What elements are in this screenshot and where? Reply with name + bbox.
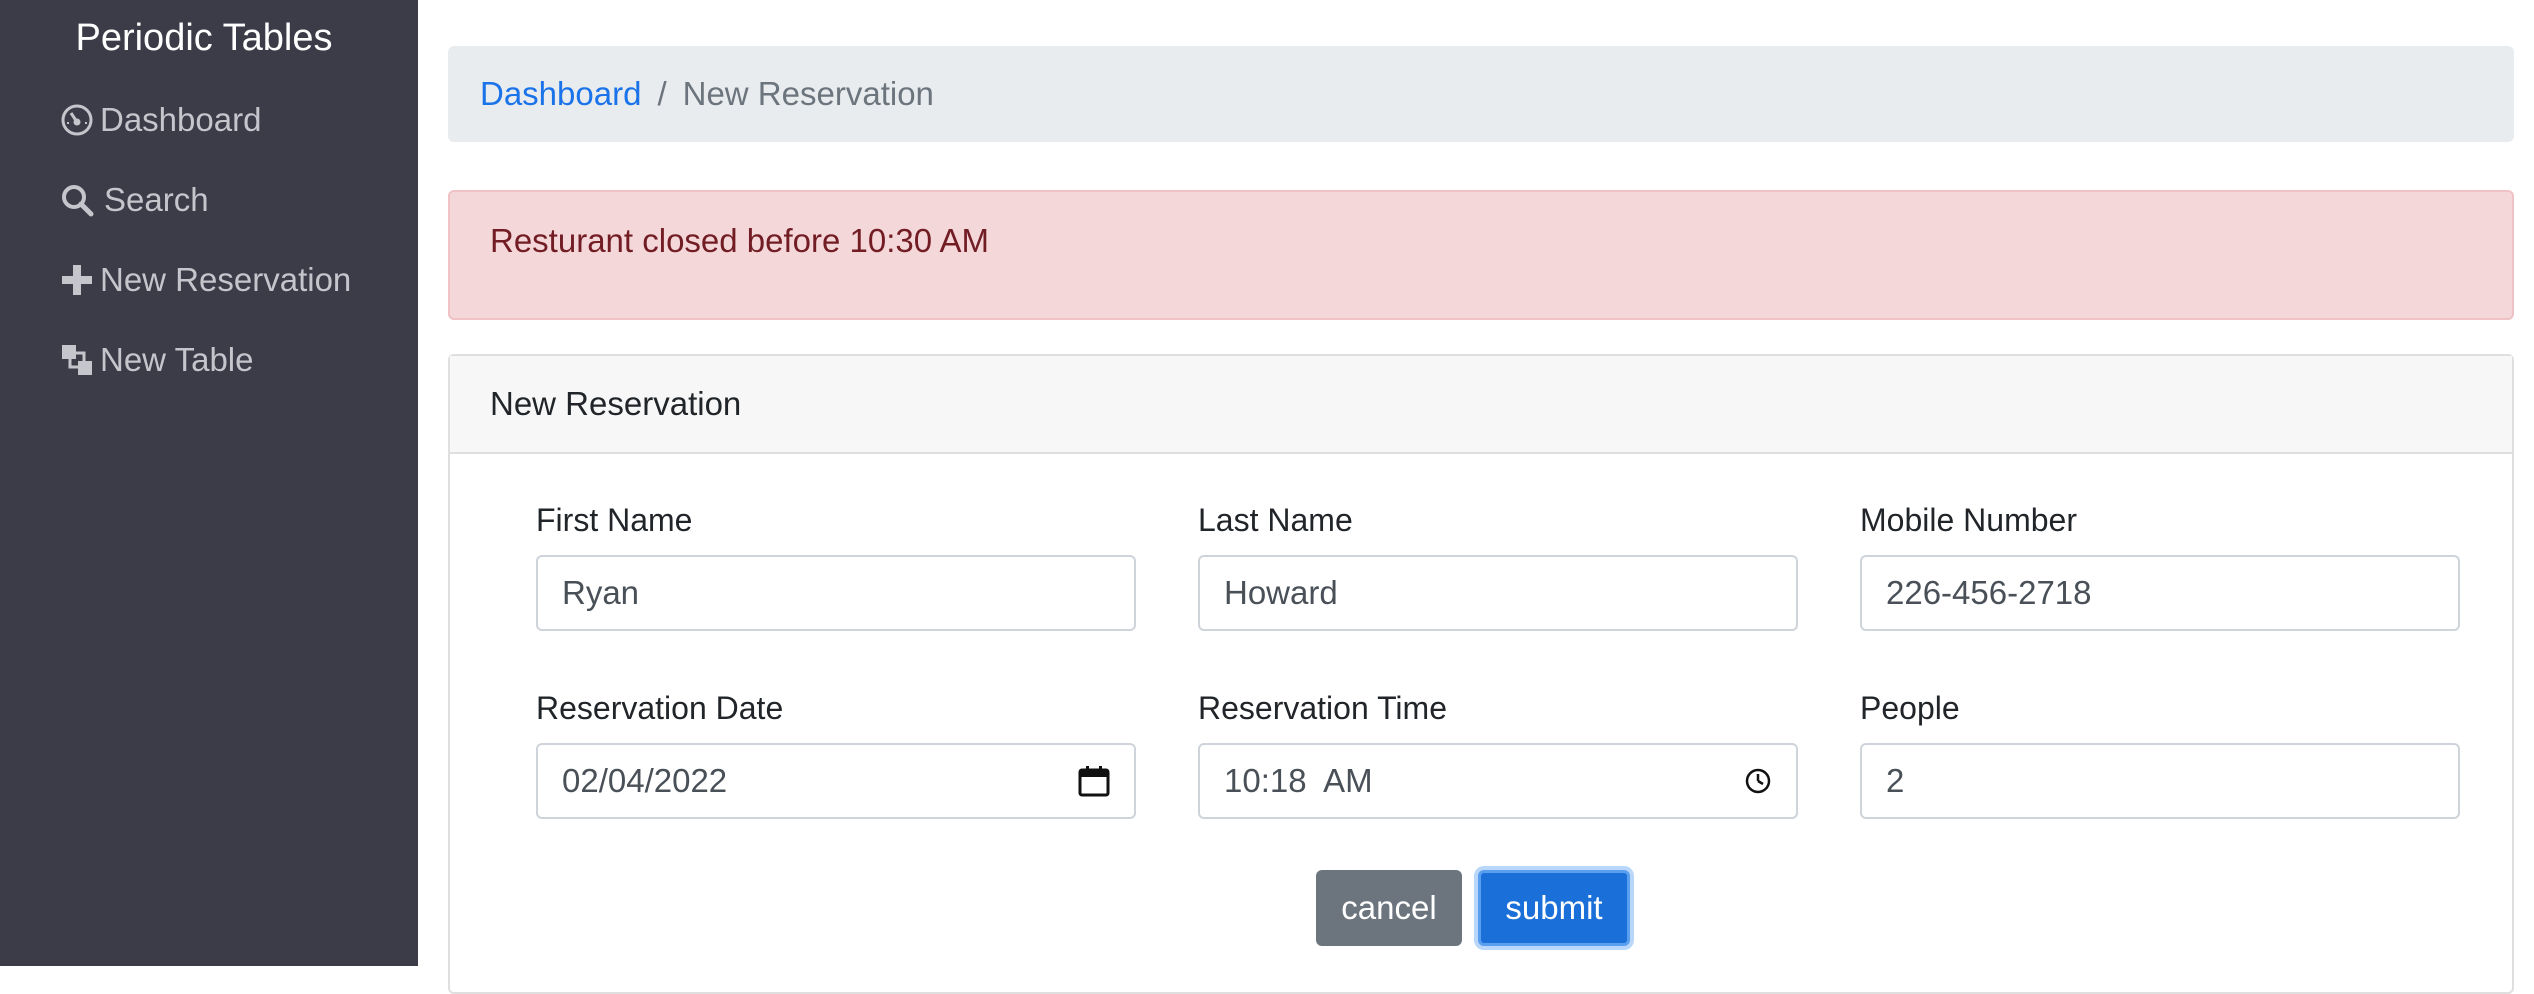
reservation-date-value: 02/04/2022: [562, 762, 728, 799]
sidebar-item-label: Search: [104, 181, 209, 218]
submit-button[interactable]: submit: [1478, 870, 1630, 946]
sidebar-item-label: New Reservation: [100, 261, 352, 298]
card-title: New Reservation: [490, 385, 742, 422]
plus-icon: [60, 263, 94, 297]
mobile-number-value: 226-456-2718: [1886, 574, 2092, 611]
sidebar: Periodic Tables Dashboard Search New Res…: [0, 0, 418, 966]
sidebar-item-label: New Table: [100, 341, 254, 378]
reservation-form-card: New Reservation First Name Ryan Last Nam…: [448, 354, 2514, 994]
last-name-group: Last Name Howard: [1198, 502, 1798, 631]
clock-icon[interactable]: [1744, 767, 1772, 795]
error-alert-message: Resturant closed before 10:30 AM: [490, 222, 989, 259]
error-alert: Resturant closed before 10:30 AM: [448, 190, 2514, 320]
breadcrumb: Dashboard / New Reservation: [448, 46, 2514, 142]
card-header: New Reservation: [450, 356, 2512, 454]
reservation-time-value: 10:18 AM: [1224, 762, 1373, 799]
last-name-input[interactable]: Howard: [1198, 555, 1798, 631]
sidebar-item-new-reservation[interactable]: New Reservation: [60, 256, 351, 304]
brand-title: Periodic Tables: [75, 17, 333, 59]
layers-icon: [60, 343, 94, 377]
reservation-time-label: Reservation Time: [1198, 690, 1447, 726]
cancel-button[interactable]: cancel: [1316, 870, 1462, 946]
people-label: People: [1860, 690, 1960, 726]
sidebar-item-dashboard[interactable]: Dashboard: [60, 96, 261, 144]
last-name-label: Last Name: [1198, 502, 1353, 538]
sidebar-item-search[interactable]: Search: [60, 176, 209, 224]
breadcrumb-current: New Reservation: [682, 75, 934, 112]
sidebar-item-new-table[interactable]: New Table: [60, 336, 253, 384]
calendar-icon[interactable]: [1078, 765, 1110, 797]
people-value: 2: [1886, 762, 1905, 799]
first-name-input[interactable]: Ryan: [536, 555, 1136, 631]
sidebar-item-label: Dashboard: [100, 101, 262, 138]
reservation-date-input[interactable]: 02/04/2022: [536, 743, 1136, 819]
mobile-number-label: Mobile Number: [1860, 502, 2077, 538]
breadcrumb-separator: /: [657, 75, 667, 112]
mobile-number-group: Mobile Number 226-456-2718: [1860, 502, 2460, 631]
reservation-date-group: Reservation Date 02/04/2022: [536, 690, 1136, 819]
first-name-group: First Name Ryan: [536, 502, 1136, 631]
first-name-value: Ryan: [562, 574, 640, 611]
search-icon: [60, 183, 94, 217]
reservation-date-label: Reservation Date: [536, 690, 784, 726]
people-input[interactable]: 2: [1860, 743, 2460, 819]
reservation-time-input[interactable]: 10:18 AM: [1198, 743, 1798, 819]
mobile-number-input[interactable]: 226-456-2718: [1860, 555, 2460, 631]
first-name-label: First Name: [536, 502, 693, 538]
breadcrumb-dashboard-link[interactable]: Dashboard: [480, 75, 641, 113]
people-group: People 2: [1860, 690, 2460, 819]
last-name-value: Howard: [1224, 574, 1338, 611]
reservation-time-group: Reservation Time 10:18 AM: [1198, 690, 1798, 819]
dashboard-icon: [60, 103, 94, 137]
